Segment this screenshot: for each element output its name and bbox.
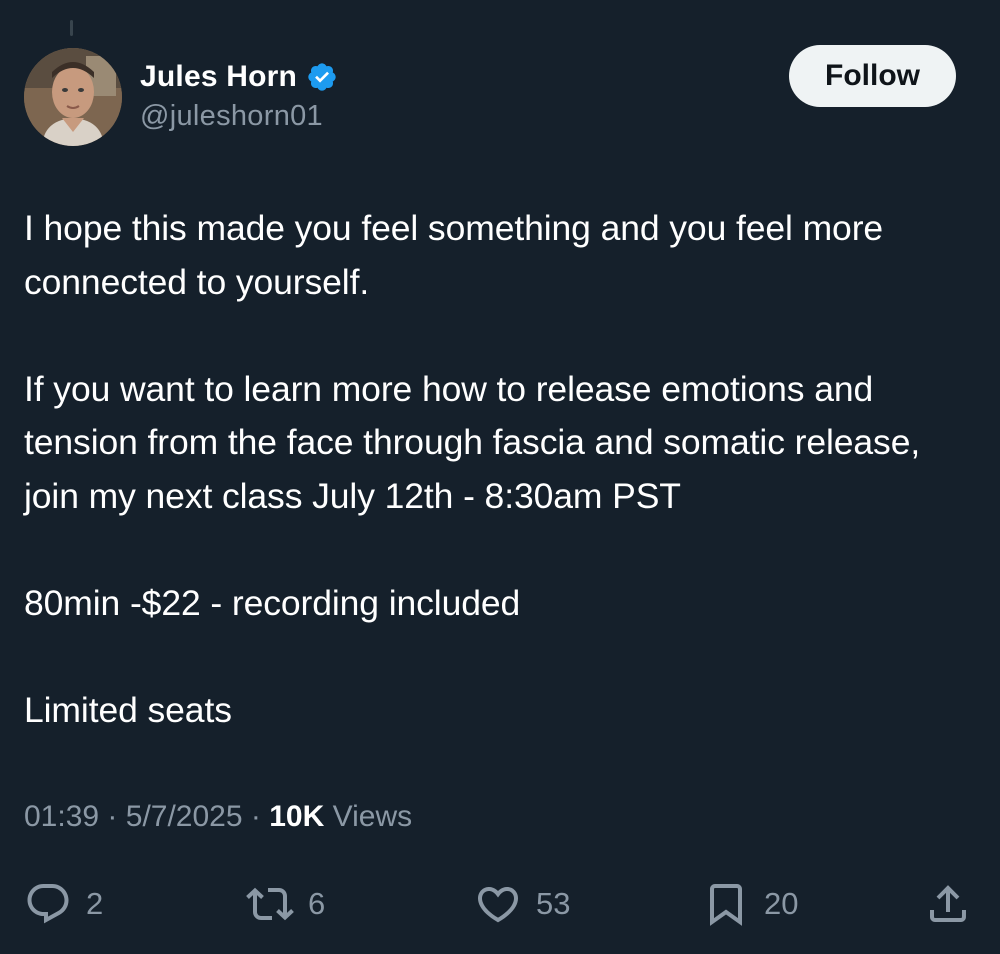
tweet-paragraph: 80min -$22 - recording included: [24, 582, 521, 623]
author-info: Jules Horn @juleshorn01: [140, 60, 338, 133]
tweet-actions-bar: 2 6 53 20: [24, 876, 974, 932]
share-icon: [924, 880, 972, 928]
bookmark-button[interactable]: 20: [702, 876, 798, 932]
tweet-text: I hope this made you feel something and …: [24, 202, 974, 737]
bookmark-count: 20: [764, 886, 799, 921]
views-label: Views: [332, 800, 413, 833]
follow-button[interactable]: Follow: [789, 45, 956, 107]
reply-button[interactable]: 2: [24, 876, 103, 932]
avatar[interactable]: [24, 48, 122, 146]
like-count: 53: [536, 886, 571, 921]
verified-badge-icon: [306, 61, 338, 93]
share-button[interactable]: [924, 876, 972, 932]
views-count: 10K: [269, 800, 325, 833]
reply-icon: [24, 880, 72, 928]
like-button[interactable]: 53: [474, 876, 570, 932]
avatar-image: [24, 48, 122, 146]
repost-icon: [246, 880, 294, 928]
bookmark-icon: [702, 880, 750, 928]
meta-separator: ·: [250, 800, 261, 833]
tweet-header: Jules Horn @juleshorn01 Follow: [24, 45, 956, 148]
repost-count: 6: [308, 886, 326, 921]
tweet-time[interactable]: 01:39: [24, 800, 99, 833]
tweet-meta: 01:39 · 5/7/2025 · 10K Views: [24, 800, 412, 834]
tweet-paragraph: I hope this made you feel something and …: [24, 208, 893, 302]
thread-connector-line: [70, 20, 73, 36]
tweet-date[interactable]: 5/7/2025: [126, 800, 243, 833]
author-name-row: Jules Horn: [140, 60, 338, 94]
tweet-paragraph: If you want to learn more how to release…: [24, 368, 930, 516]
heart-icon: [474, 880, 522, 928]
reply-count: 2: [86, 886, 104, 921]
author-handle[interactable]: @juleshorn01: [140, 100, 338, 133]
tweet-paragraph: Limited seats: [24, 689, 232, 730]
author-display-name[interactable]: Jules Horn: [140, 60, 297, 94]
meta-separator: ·: [107, 800, 118, 833]
repost-button[interactable]: 6: [246, 876, 325, 932]
